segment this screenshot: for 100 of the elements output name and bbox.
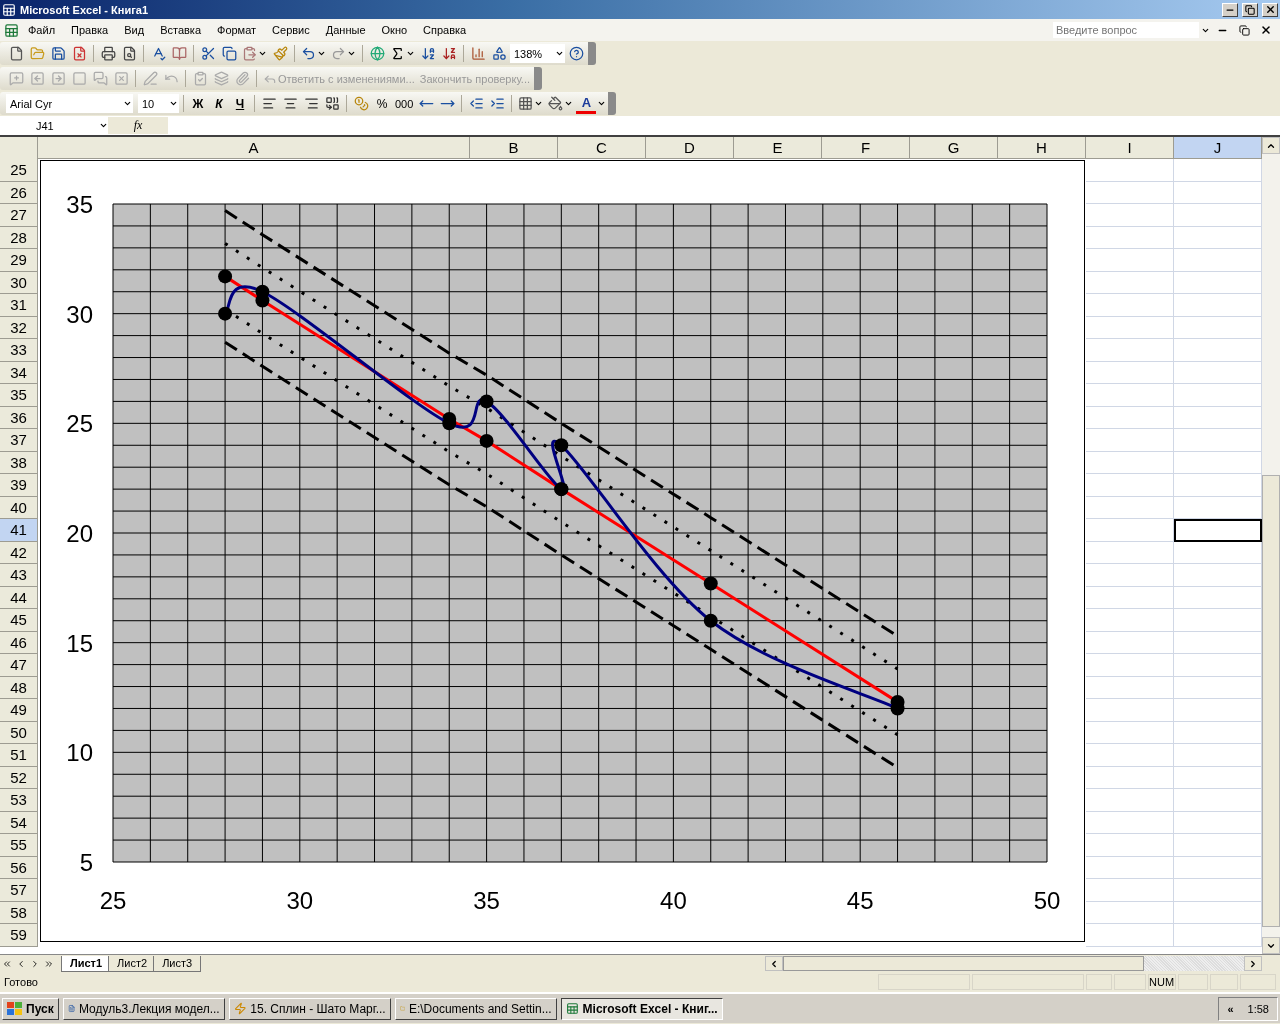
cell[interactable] <box>1086 204 1174 227</box>
menu-item[interactable]: Данные <box>318 22 373 38</box>
cell[interactable] <box>1086 519 1174 542</box>
cell[interactable] <box>1086 496 1174 519</box>
cell[interactable] <box>1086 384 1174 407</box>
menu-item[interactable]: Формат <box>210 22 264 38</box>
row-header[interactable]: 32 <box>0 316 38 339</box>
taskbar-button[interactable]: Microsoft Excel - Книг... <box>560 997 723 1020</box>
cell[interactable] <box>1086 406 1174 429</box>
cell[interactable] <box>1086 564 1174 587</box>
row-header[interactable]: 25 <box>0 159 38 182</box>
menu-item[interactable]: Правка <box>64 22 116 38</box>
select-all-button[interactable] <box>0 137 38 160</box>
cell[interactable] <box>1086 474 1174 497</box>
column-header[interactable]: E <box>734 137 822 159</box>
cell[interactable] <box>1086 586 1174 609</box>
row-header[interactable]: 57 <box>0 879 38 902</box>
cell[interactable] <box>1086 744 1174 767</box>
scroll-up-button[interactable] <box>1262 137 1280 154</box>
menu-item[interactable]: Вид <box>117 22 152 38</box>
taskbar-button[interactable]: E:\Documents and Settin... <box>394 997 557 1020</box>
menu-item[interactable]: Сервис <box>265 22 317 38</box>
row-header[interactable]: 27 <box>0 204 38 227</box>
italic-button[interactable]: К <box>209 93 229 114</box>
thousands-separator-button[interactable]: 000 <box>393 93 416 114</box>
row-header[interactable]: 37 <box>0 429 38 452</box>
row-header[interactable]: 35 <box>0 384 38 407</box>
row-header[interactable]: 38 <box>0 451 38 474</box>
row-header[interactable]: 53 <box>0 789 38 812</box>
row-header[interactable]: 50 <box>0 721 38 744</box>
cell[interactable] <box>1086 339 1174 362</box>
cell[interactable] <box>1086 631 1174 654</box>
row-header[interactable]: 54 <box>0 811 38 834</box>
cell[interactable] <box>1086 271 1174 294</box>
cell[interactable] <box>1086 901 1174 924</box>
cell[interactable] <box>1086 249 1174 272</box>
close-button[interactable] <box>1262 2 1278 17</box>
row-header[interactable]: 47 <box>0 654 38 677</box>
cell[interactable] <box>1086 721 1174 744</box>
cell[interactable] <box>1086 181 1174 204</box>
chart-area[interactable]: 5 10 15 20 25 30 35 25 30 35 40 45 50 <box>40 160 1085 942</box>
font-combo[interactable]: Arial Cyr <box>6 94 133 113</box>
row-header[interactable]: 55 <box>0 834 38 857</box>
menu-item[interactable]: Окно <box>374 22 415 38</box>
cell[interactable] <box>1086 609 1174 632</box>
cell[interactable] <box>1086 294 1174 317</box>
scroll-thumb[interactable] <box>1262 475 1280 927</box>
row-header[interactable]: 42 <box>0 541 38 564</box>
show-hidden-icons-button[interactable]: « <box>1227 1002 1234 1015</box>
column-header[interactable]: A <box>38 137 470 159</box>
cell[interactable] <box>1086 789 1174 812</box>
percent-button[interactable]: % <box>372 93 392 114</box>
row-header[interactable]: 26 <box>0 181 38 204</box>
cell[interactable] <box>1086 159 1174 182</box>
row-header[interactable]: 45 <box>0 609 38 632</box>
cell[interactable] <box>1086 316 1174 339</box>
row-header[interactable]: 56 <box>0 856 38 879</box>
help-search-field[interactable]: Введите вопрос <box>1053 22 1199 38</box>
sheet-tab[interactable]: Лист3 <box>153 955 202 972</box>
name-box[interactable]: J41 <box>0 117 108 134</box>
menu-item[interactable]: Справка <box>416 22 474 38</box>
menu-item[interactable]: Файл <box>21 22 63 38</box>
column-header[interactable]: H <box>998 137 1086 159</box>
row-header[interactable]: 58 <box>0 901 38 924</box>
cell[interactable] <box>1086 541 1174 564</box>
cell[interactable] <box>1086 226 1174 249</box>
row-header[interactable]: 36 <box>0 406 38 429</box>
row-header[interactable]: 46 <box>0 631 38 654</box>
vertical-scrollbar[interactable] <box>1262 137 1280 954</box>
column-header[interactable]: B <box>470 137 558 159</box>
column-header[interactable]: D <box>646 137 734 159</box>
cell[interactable] <box>1086 654 1174 677</box>
column-header[interactable]: C <box>558 137 646 159</box>
row-header[interactable]: 30 <box>0 271 38 294</box>
cell[interactable] <box>1086 856 1174 879</box>
cell[interactable] <box>1086 811 1174 834</box>
scroll-down-button[interactable] <box>1262 937 1280 954</box>
row-header[interactable]: 34 <box>0 361 38 384</box>
start-button[interactable]: Пуск <box>2 997 59 1020</box>
underline-button[interactable]: Ч <box>230 93 250 114</box>
row-header[interactable]: 44 <box>0 586 38 609</box>
row-header[interactable]: 28 <box>0 226 38 249</box>
minimize-button[interactable] <box>1222 2 1238 17</box>
row-header[interactable]: 43 <box>0 564 38 587</box>
row-header[interactable]: 52 <box>0 766 38 789</box>
scroll-thumb[interactable] <box>783 956 1144 971</box>
menu-item[interactable]: Вставка <box>153 22 208 38</box>
cell[interactable] <box>1086 361 1174 384</box>
taskbar-button[interactable]: Модуль3.Лекция модел... <box>62 997 225 1020</box>
cell[interactable] <box>1086 451 1174 474</box>
column-header[interactable]: F <box>822 137 910 159</box>
cell[interactable] <box>1086 676 1174 699</box>
zoom-combo[interactable]: 138% <box>510 44 565 63</box>
cell[interactable] <box>1086 879 1174 902</box>
row-header[interactable]: 33 <box>0 339 38 362</box>
row-header[interactable]: 40 <box>0 496 38 519</box>
row-header[interactable]: 48 <box>0 676 38 699</box>
font-size-combo[interactable]: 10 <box>138 94 179 113</box>
row-header[interactable]: 39 <box>0 474 38 497</box>
cell[interactable] <box>1086 429 1174 452</box>
